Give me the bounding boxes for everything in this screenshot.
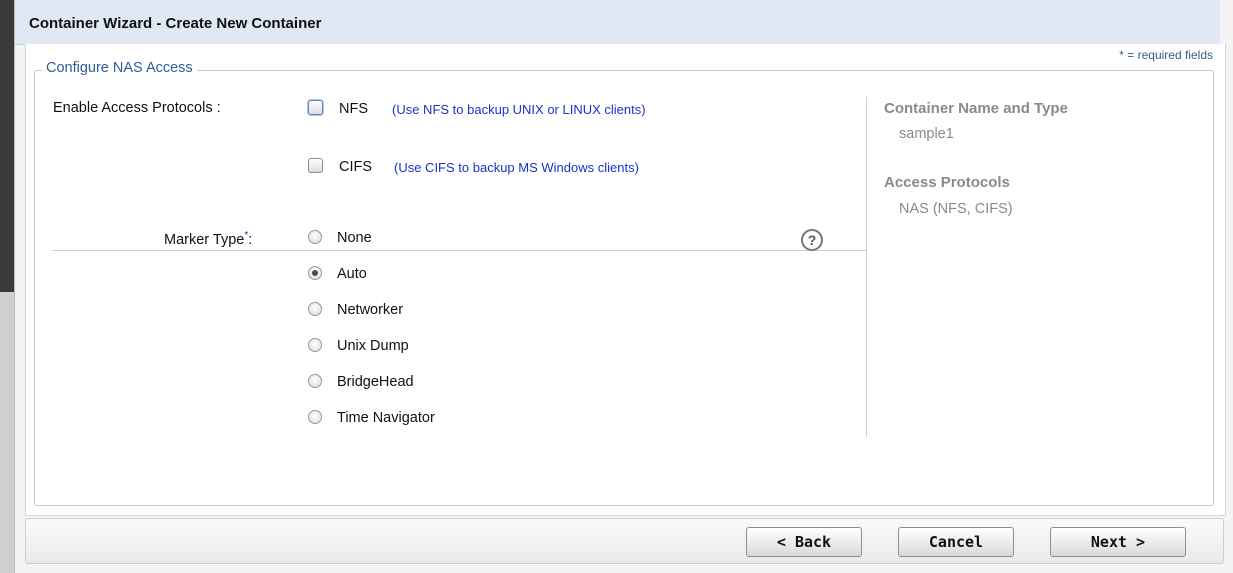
- nfs-checkbox[interactable]: [308, 100, 323, 115]
- marker-auto-radio[interactable]: [308, 266, 322, 280]
- summary-protocols-value: NAS (NFS, CIFS): [899, 201, 1013, 217]
- dialog-content: * = required fields Configure NAS Access…: [25, 44, 1226, 516]
- marker-none-label[interactable]: None: [337, 230, 372, 246]
- cifs-label[interactable]: CIFS: [339, 159, 372, 175]
- summary-separator: [866, 97, 867, 437]
- marker-auto-label[interactable]: Auto: [337, 266, 367, 282]
- back-button[interactable]: < Back: [746, 527, 862, 557]
- container-wizard-dialog: Container Wizard - Create New Container …: [14, 0, 1233, 573]
- dialog-title-bar[interactable]: Container Wizard - Create New Container: [15, 0, 1220, 45]
- marker-none-radio[interactable]: [308, 230, 322, 244]
- cancel-button[interactable]: Cancel: [898, 527, 1014, 557]
- marker-time-navigator-label[interactable]: Time Navigator: [337, 410, 435, 426]
- marker-networker-label[interactable]: Networker: [337, 302, 403, 318]
- background-window-edge: [0, 0, 14, 573]
- cifs-hint: (Use CIFS to backup MS Windows clients): [394, 160, 639, 175]
- nfs-label[interactable]: NFS: [339, 101, 368, 117]
- marker-networker-radio[interactable]: [308, 302, 322, 316]
- dialog-footer: < Back Cancel Next >: [25, 518, 1224, 564]
- marker-time-navigator-radio[interactable]: [308, 410, 322, 424]
- marker-type-label: Marker Type*:: [164, 230, 253, 248]
- nfs-hint: (Use NFS to backup UNIX or LINUX clients…: [392, 102, 646, 117]
- marker-unix-dump-label[interactable]: Unix Dump: [337, 338, 409, 354]
- next-button[interactable]: Next >: [1050, 527, 1186, 557]
- configure-nas-fieldset: [34, 70, 1214, 506]
- summary-protocols-heading: Access Protocols: [884, 174, 1010, 191]
- background-window-panel: [0, 292, 14, 573]
- cifs-checkbox[interactable]: [308, 158, 323, 173]
- enable-access-protocols-label: Enable Access Protocols :: [53, 100, 221, 116]
- required-fields-note: * = required fields: [1119, 48, 1213, 62]
- marker-bridgehead-label[interactable]: BridgeHead: [337, 374, 414, 390]
- summary-container-heading: Container Name and Type: [884, 100, 1068, 117]
- summary-container-value: sample1: [899, 126, 954, 142]
- help-icon[interactable]: ?: [801, 229, 823, 251]
- marker-unix-dump-radio[interactable]: [308, 338, 322, 352]
- section-legend: Configure NAS Access: [42, 60, 197, 76]
- dialog-title: Container Wizard - Create New Container: [29, 15, 322, 32]
- marker-bridgehead-radio[interactable]: [308, 374, 322, 388]
- section-divider: [52, 250, 867, 251]
